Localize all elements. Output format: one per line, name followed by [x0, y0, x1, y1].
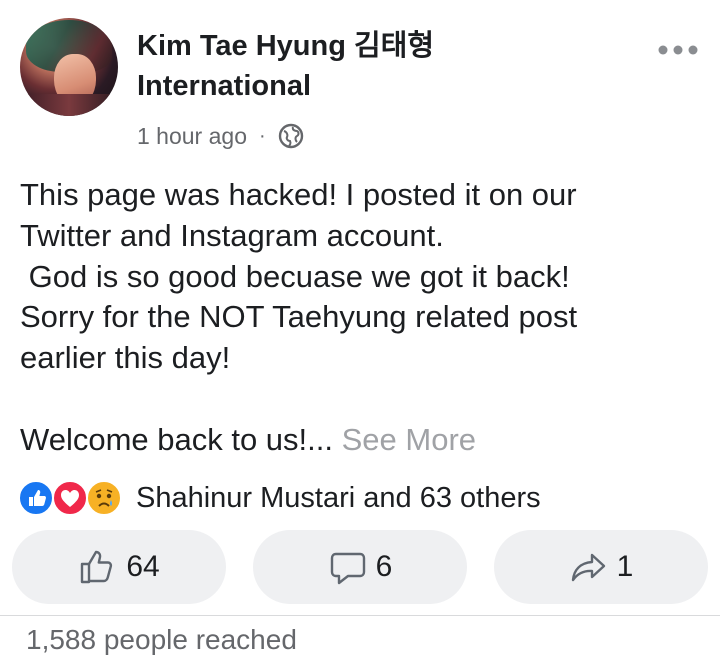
people-reached[interactable]: 1,588 people reached: [26, 624, 297, 656]
like-reaction-icon: [18, 480, 54, 516]
thumbs-up-icon: [78, 547, 118, 587]
comment-count: 6: [375, 550, 393, 583]
page-avatar[interactable]: [20, 18, 118, 116]
post-meta: 1 hour ago ·: [137, 118, 304, 154]
more-options-icon[interactable]: [655, 40, 701, 60]
page-name[interactable]: Kim Tae Hyung 김태형 International: [137, 26, 517, 106]
post-timestamp[interactable]: 1 hour ago: [137, 123, 247, 150]
post-text-line: God is so good becuase we got it back!: [20, 258, 570, 294]
post-text-line: earlier this day!: [20, 340, 231, 376]
post-text-line: [20, 379, 700, 420]
like-button[interactable]: 64: [12, 530, 226, 604]
comment-button[interactable]: 6: [253, 530, 467, 604]
post-actions: 64 6 1: [12, 530, 712, 604]
share-arrow-icon: [569, 547, 609, 587]
share-count: 1: [616, 550, 634, 583]
post-text-line: Welcome back to us!...: [20, 421, 333, 457]
post-text-line: Twitter and Instagram account.: [20, 217, 444, 253]
reactions-summary[interactable]: Shahinur Mustari and 63 others: [18, 478, 541, 518]
post-text-line: This page was hacked! I posted it on our: [20, 177, 577, 212]
reaction-icons: [18, 478, 126, 518]
love-reaction-icon: [52, 480, 88, 516]
post-body: This page was hacked! I posted it on our…: [20, 175, 700, 461]
page-name-line2[interactable]: International: [137, 66, 517, 106]
avatar-shoulder: [20, 94, 118, 116]
post-text-last-line: Welcome back to us!... See More: [20, 420, 700, 461]
like-count: 64: [126, 550, 160, 583]
reactions-summary-text[interactable]: Shahinur Mustari and 63 others: [136, 482, 541, 515]
globe-icon[interactable]: [278, 123, 304, 149]
sad-reaction-icon: [86, 480, 122, 516]
post-text-line: Sorry for the NOT Taehyung related post: [20, 299, 578, 335]
post-header: Kim Tae Hyung 김태형 International 1 hour a…: [0, 0, 720, 160]
page-name-line1[interactable]: Kim Tae Hyung 김태형: [137, 26, 517, 66]
share-button[interactable]: 1: [494, 530, 708, 604]
meta-separator: ·: [258, 124, 266, 147]
see-more-link[interactable]: See More: [342, 422, 476, 457]
divider: [0, 615, 720, 616]
comment-bubble-icon: [328, 547, 368, 587]
